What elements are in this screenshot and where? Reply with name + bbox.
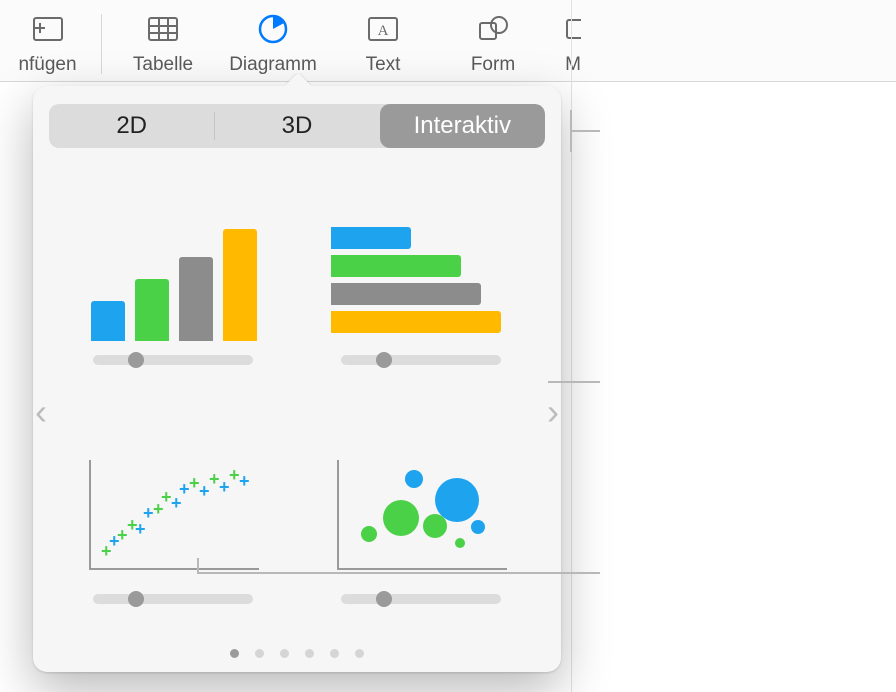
toolbar-label: Text (366, 54, 401, 76)
popover-arrow (285, 73, 311, 87)
page-dot-1[interactable] (230, 649, 239, 658)
callout-line (570, 110, 572, 152)
media-icon (565, 10, 581, 48)
segment-label: 3D (282, 112, 313, 140)
slider-indicator (93, 355, 253, 365)
interactive-bubble-chart-option[interactable] (317, 413, 525, 604)
bubble-chart-icon (331, 460, 511, 580)
slider-indicator (93, 594, 253, 604)
page-dots (33, 649, 561, 658)
callout-line (570, 130, 600, 132)
toolbar-insert-button[interactable]: nfügen (0, 10, 95, 76)
toolbar-shape-button[interactable]: Form (438, 10, 548, 76)
scatter-chart-icon: + + + + + + + + + + + + + + + + (83, 460, 263, 580)
interactive-bar-chart-option[interactable] (317, 174, 525, 365)
slider-indicator (341, 355, 501, 365)
bar-chart-icon (331, 221, 511, 341)
panel-divider (571, 0, 572, 692)
toolbar-text-button[interactable]: A Text (328, 10, 438, 76)
segment-2d[interactable]: 2D (49, 104, 214, 148)
chart-picker-popover: 2D 3D Interaktiv ‹ › (33, 86, 561, 672)
toolbar: nfügen Tabelle Diagramm A (0, 0, 896, 82)
interactive-scatter-chart-option[interactable]: + + + + + + + + + + + + + + + + (69, 413, 277, 604)
insert-icon (30, 10, 66, 48)
segment-3d[interactable]: 3D (214, 104, 379, 148)
toolbar-label: nfügen (18, 54, 76, 76)
toolbar-table-button[interactable]: Tabelle (108, 10, 218, 76)
segment-label: 2D (116, 112, 147, 140)
chart-type-segmented-control: 2D 3D Interaktiv (49, 104, 545, 148)
toolbar-chart-button[interactable]: Diagramm (218, 10, 328, 76)
toolbar-more-button[interactable]: M (548, 10, 598, 76)
toolbar-label: Form (471, 54, 515, 76)
page-dot-5[interactable] (330, 649, 339, 658)
page-dot-4[interactable] (305, 649, 314, 658)
page-dot-6[interactable] (355, 649, 364, 658)
page-dot-2[interactable] (255, 649, 264, 658)
chart-icon (255, 10, 291, 48)
text-icon: A (365, 10, 401, 48)
svg-text:A: A (378, 23, 389, 39)
callout-line (548, 381, 600, 383)
toolbar-label: M (565, 54, 581, 76)
slider-indicator (341, 594, 501, 604)
interactive-column-chart-option[interactable] (69, 174, 277, 365)
segment-interactive[interactable]: Interaktiv (380, 104, 545, 148)
toolbar-label: Tabelle (133, 54, 193, 76)
shape-icon (475, 10, 511, 48)
toolbar-divider (101, 14, 102, 74)
page-dot-3[interactable] (280, 649, 289, 658)
table-icon (145, 10, 181, 48)
callout-line (197, 572, 437, 574)
column-chart-icon (83, 221, 263, 341)
chart-options-grid: + + + + + + + + + + + + + + + + (49, 174, 545, 604)
segment-label: Interaktiv (414, 112, 511, 140)
callout-line (197, 558, 199, 574)
callout-line (435, 572, 600, 574)
